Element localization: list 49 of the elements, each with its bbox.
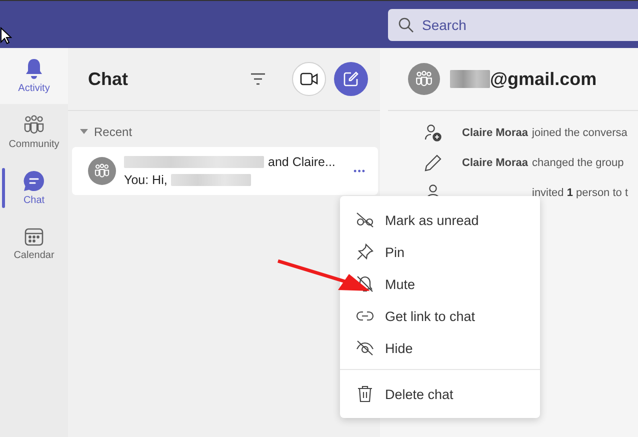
bell-icon: [24, 58, 44, 80]
event-text: changed the group: [532, 157, 624, 169]
filter-icon[interactable]: [250, 73, 266, 85]
people-icon: [94, 163, 110, 179]
blurred-text: [450, 70, 490, 88]
menu-item[interactable]: Mark as unread: [340, 204, 540, 236]
compose-icon: [343, 71, 359, 87]
calendar-icon: [24, 227, 44, 247]
search-icon: [398, 16, 414, 32]
section-label: Recent: [94, 125, 132, 139]
rail-item[interactable]: Chat: [0, 160, 68, 216]
chat-list-item[interactable]: and Claire... You: Hi, •••: [72, 147, 378, 195]
video-camera-icon: [300, 72, 318, 86]
search-field[interactable]: Search: [388, 8, 638, 40]
rail-item[interactable]: Community: [0, 104, 68, 160]
rail-item[interactable]: Calendar: [0, 216, 68, 272]
add-person-icon: [424, 124, 442, 142]
pin-icon: [356, 243, 374, 261]
link-icon: [356, 310, 374, 322]
event-author: Claire Moraa: [462, 157, 528, 169]
panel-title: Chat: [88, 68, 129, 90]
rail-label: Community: [8, 139, 60, 150]
rail-label: Activity: [18, 83, 50, 94]
menu-item[interactable]: Hide: [340, 332, 540, 364]
new-chat-button[interactable]: [334, 62, 368, 96]
people-icon: [23, 114, 45, 136]
menu-item[interactable]: Pin: [340, 236, 540, 268]
event-text: invited 1 person to t: [532, 187, 628, 199]
pencil-icon: [424, 154, 442, 172]
trash-icon: [356, 385, 374, 403]
more-options-button[interactable]: •••: [354, 166, 366, 176]
glasses-slash-icon: [356, 212, 374, 228]
conversation-title: @gmail.com: [490, 68, 597, 90]
rail-label: Calendar: [14, 250, 54, 261]
eye-slash-icon: [356, 340, 374, 356]
chat-title: and Claire...: [268, 155, 336, 169]
chat-icon: [23, 170, 45, 192]
event-author: Claire Moraa: [462, 127, 528, 139]
message-preview: You: Hi,: [124, 173, 168, 187]
caret-icon: [80, 129, 88, 135]
mouse-cursor-icon: [0, 27, 12, 45]
section-header[interactable]: Recent: [68, 111, 380, 147]
people-icon: [415, 70, 433, 88]
video-call-button[interactable]: [292, 62, 326, 96]
rail-item[interactable]: Activity: [0, 48, 68, 104]
menu-item[interactable]: Delete chat: [340, 378, 540, 410]
rail-label: Chat: [23, 195, 45, 206]
event-text: joined the conversa: [532, 127, 628, 139]
menu-item[interactable]: Get link to chat: [340, 300, 540, 332]
